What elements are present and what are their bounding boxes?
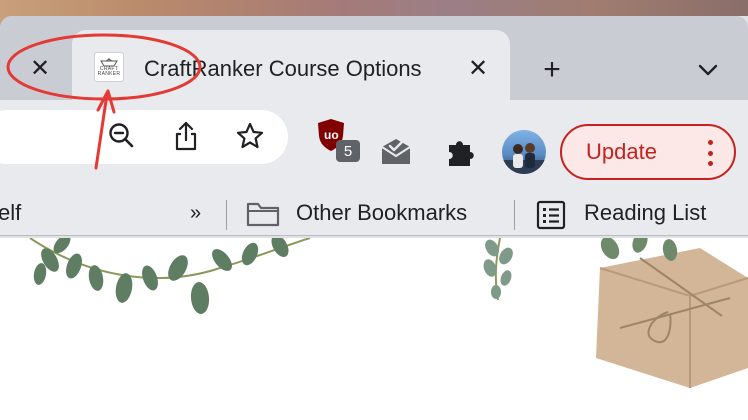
inactive-tab-close-icon[interactable]: ✕ xyxy=(26,54,54,82)
bookmarks-overflow-button[interactable]: » xyxy=(190,202,201,225)
more-menu-icon[interactable] xyxy=(708,140,714,166)
reading-list-icon xyxy=(536,200,568,230)
bookmarks-bar: elf » Other Bookmarks Reading List xyxy=(0,180,748,236)
ublock-extension-button[interactable]: uo 5 xyxy=(316,118,360,164)
update-label: Update xyxy=(586,139,657,164)
zoom-out-icon[interactable] xyxy=(104,118,140,154)
active-tab-close-icon[interactable]: ✕ xyxy=(464,54,492,82)
craftranker-favicon-icon: CRAFT RANKER xyxy=(94,52,124,82)
screenshot: ✕ CRAFT RANKER CraftRanker Course Option… xyxy=(0,0,748,420)
bookmark-item-partial[interactable]: elf xyxy=(0,200,21,226)
bookmarks-divider xyxy=(226,200,227,230)
tab-inactive[interactable]: ✕ xyxy=(0,30,70,100)
gift-box-image xyxy=(596,238,748,388)
page-content xyxy=(0,238,748,420)
profile-avatar[interactable] xyxy=(502,130,546,174)
chevron-down-icon[interactable] xyxy=(694,56,722,84)
reading-list-button[interactable]: Reading List xyxy=(584,200,706,226)
tab-strip: ✕ CRAFT RANKER CraftRanker Course Option… xyxy=(0,16,748,104)
svg-text:uo: uo xyxy=(324,128,339,142)
browser-window: ✕ CRAFT RANKER CraftRanker Course Option… xyxy=(0,16,748,238)
update-button[interactable]: Update xyxy=(560,124,736,180)
tab-active[interactable]: CRAFT RANKER CraftRanker Course Options … xyxy=(72,30,510,104)
puzzle-icon[interactable] xyxy=(442,134,478,170)
new-tab-button[interactable]: + xyxy=(536,53,568,86)
share-icon[interactable] xyxy=(168,118,204,154)
ublock-count-badge: 5 xyxy=(336,140,360,162)
tab-title: CraftRanker Course Options xyxy=(144,56,422,81)
eucalyptus-decoration xyxy=(29,238,748,388)
bookmarks-divider xyxy=(514,200,515,230)
address-bar[interactable] xyxy=(0,110,288,164)
toolbar: uo 5 Update xyxy=(0,100,748,180)
envelope-check-icon[interactable] xyxy=(378,134,414,170)
folder-icon xyxy=(246,200,282,228)
other-bookmarks-folder[interactable]: Other Bookmarks xyxy=(296,200,467,226)
star-icon[interactable] xyxy=(232,118,268,154)
favicon-text-ranker: RANKER xyxy=(97,70,121,77)
